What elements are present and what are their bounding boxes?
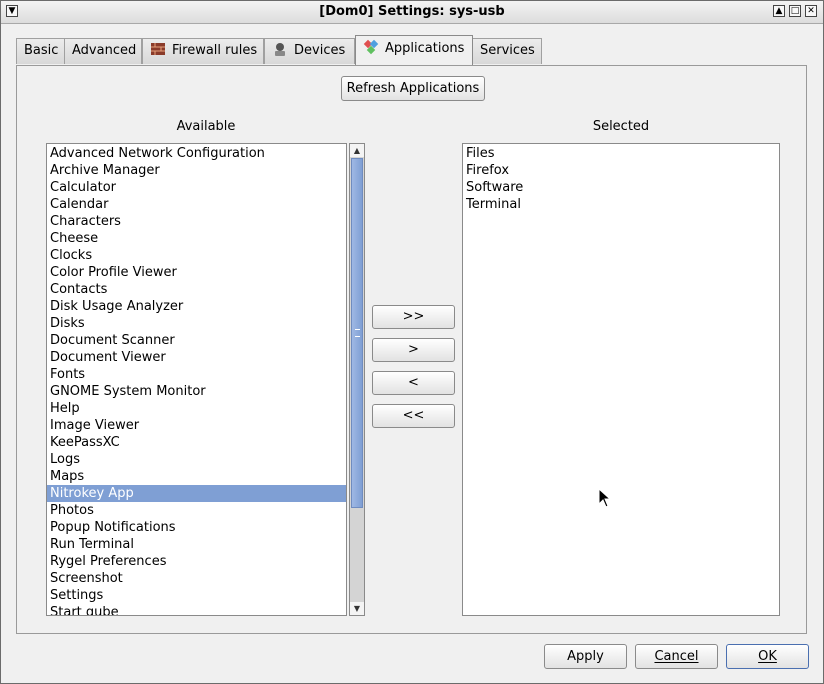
list-item[interactable]: Fonts xyxy=(47,366,346,383)
list-item[interactable]: Screenshot xyxy=(47,570,346,587)
list-item[interactable]: KeePassXC xyxy=(47,434,346,451)
tab-devices-label: Devices xyxy=(294,43,346,58)
list-item[interactable]: Image Viewer xyxy=(47,417,346,434)
devices-icon xyxy=(272,41,288,57)
tab-applications[interactable]: Applications xyxy=(355,35,473,65)
scroll-down-icon[interactable]: ▼ xyxy=(350,602,364,615)
list-item[interactable]: Logs xyxy=(47,451,346,468)
grip-icon xyxy=(355,329,360,337)
list-item[interactable]: Firefox xyxy=(463,162,779,179)
list-item[interactable]: Rygel Preferences xyxy=(47,553,346,570)
tab-firewall-label: Firewall rules xyxy=(172,43,258,58)
list-item[interactable]: Cheese xyxy=(47,230,346,247)
settings-window: ▼ [Dom0] Settings: sys-usb ▲ □ ✕ Basic A… xyxy=(0,0,824,684)
tab-advanced[interactable]: Advanced xyxy=(64,38,142,64)
tab-advanced-label: Advanced xyxy=(72,43,137,58)
list-item[interactable]: Calendar xyxy=(47,196,346,213)
selected-label: Selected xyxy=(592,119,650,134)
tab-services[interactable]: Services xyxy=(472,38,542,64)
cancel-button[interactable]: Cancel xyxy=(635,644,718,669)
scroll-up-icon[interactable]: ▲ xyxy=(350,144,364,157)
minimize-icon[interactable]: ▲ xyxy=(773,5,785,17)
close-icon[interactable]: ✕ xyxy=(805,5,817,17)
list-item-selected[interactable]: Nitrokey App xyxy=(47,485,346,502)
scrollbar-thumb[interactable] xyxy=(351,158,363,508)
list-item[interactable]: Document Viewer xyxy=(47,349,346,366)
list-item[interactable]: GNOME System Monitor xyxy=(47,383,346,400)
add-all-button[interactable]: >> xyxy=(372,305,455,329)
list-item[interactable]: Run Terminal xyxy=(47,536,346,553)
firewall-icon xyxy=(150,41,166,57)
refresh-applications-button[interactable]: Refresh Applications xyxy=(341,76,485,101)
tab-firewall-rules[interactable]: Firewall rules xyxy=(142,38,264,64)
list-item[interactable]: Calculator xyxy=(47,179,346,196)
list-item[interactable]: Color Profile Viewer xyxy=(47,264,346,281)
list-item[interactable]: Document Scanner xyxy=(47,332,346,349)
selected-list[interactable]: Files Firefox Software Terminal xyxy=(462,143,780,616)
list-item[interactable]: Settings xyxy=(47,587,346,604)
available-label: Available xyxy=(176,119,236,134)
list-item[interactable]: Characters xyxy=(47,213,346,230)
cancel-label: Cancel xyxy=(654,649,699,664)
list-item[interactable]: Start qube xyxy=(47,604,346,615)
available-list[interactable]: Advanced Network Configuration Archive M… xyxy=(46,143,347,616)
title-bar[interactable]: ▼ [Dom0] Settings: sys-usb ▲ □ ✕ xyxy=(1,1,823,24)
list-item[interactable]: Photos xyxy=(47,502,346,519)
list-item[interactable]: Clocks xyxy=(47,247,346,264)
tab-services-label: Services xyxy=(480,43,535,58)
window-title: [Dom0] Settings: sys-usb xyxy=(319,4,505,19)
ok-button[interactable]: OK xyxy=(726,644,809,669)
list-item[interactable]: Disks xyxy=(47,315,346,332)
ok-label: OK xyxy=(758,649,777,664)
add-button[interactable]: > xyxy=(372,338,455,362)
tab-applications-label: Applications xyxy=(385,41,465,56)
tab-basic-label: Basic xyxy=(24,43,59,58)
list-item[interactable]: Disk Usage Analyzer xyxy=(47,298,346,315)
list-item[interactable]: Terminal xyxy=(463,196,779,213)
tab-basic[interactable]: Basic xyxy=(16,38,65,64)
list-item[interactable]: Files xyxy=(463,145,779,162)
list-item[interactable]: Maps xyxy=(47,468,346,485)
mouse-cursor-icon xyxy=(598,487,612,512)
list-item[interactable]: Advanced Network Configuration xyxy=(47,145,346,162)
list-item[interactable]: Popup Notifications xyxy=(47,519,346,536)
tab-devices[interactable]: Devices xyxy=(264,38,355,64)
apply-button[interactable]: Apply xyxy=(544,644,627,669)
remove-button[interactable]: < xyxy=(372,371,455,395)
maximize-icon[interactable]: □ xyxy=(789,5,801,17)
list-item[interactable]: Software xyxy=(463,179,779,196)
applications-icon xyxy=(363,39,379,55)
available-scrollbar[interactable]: ▲ ▼ xyxy=(349,143,365,616)
list-item[interactable]: Help xyxy=(47,400,346,417)
list-item[interactable]: Contacts xyxy=(47,281,346,298)
list-item[interactable]: Archive Manager xyxy=(47,162,346,179)
remove-all-button[interactable]: << xyxy=(372,404,455,428)
